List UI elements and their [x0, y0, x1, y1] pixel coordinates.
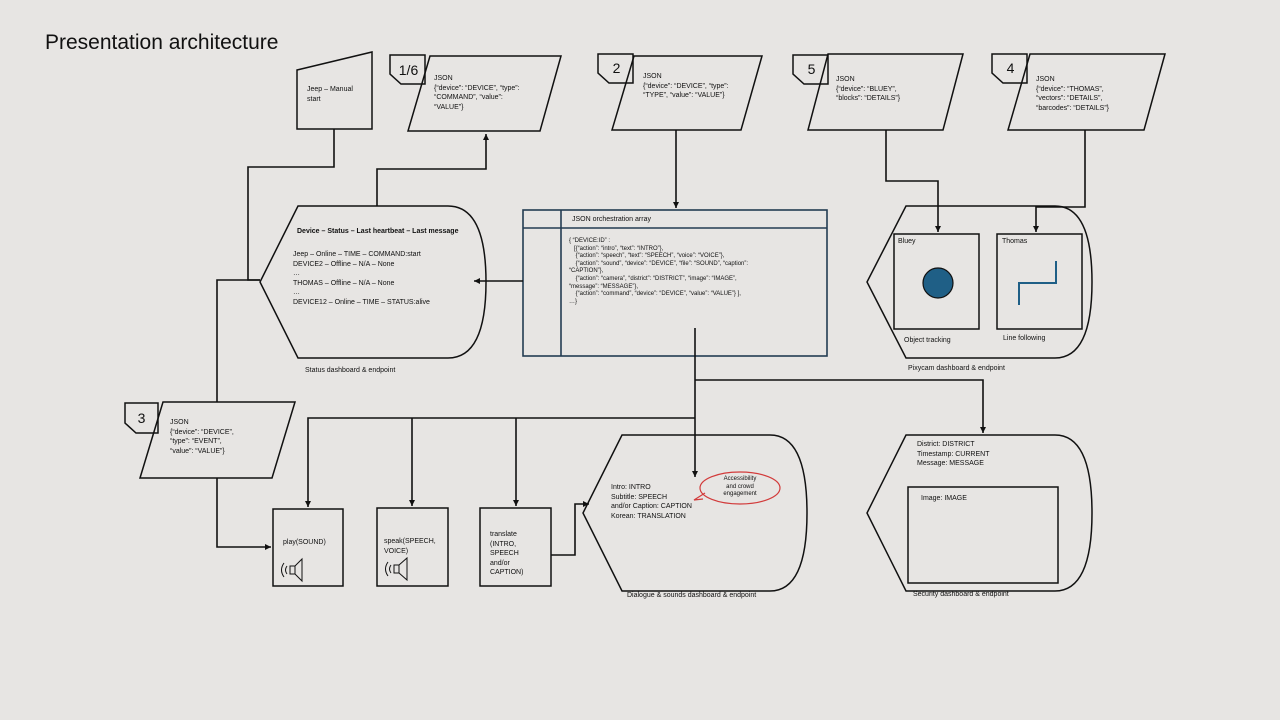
bluey-to-pixycam-connector	[885, 130, 941, 232]
json-bluey-text: JSON {“device”: “BLUEY”, “blocks”: “DETA…	[836, 76, 901, 103]
json-type-text: JSON {“device”: “DEVICE”, “type”: “TYPE”…	[643, 73, 729, 100]
json-thomas-text: JSON {“device”: “THOMAS”, “vectors”: “DE…	[1036, 76, 1110, 112]
thomas-line-path	[1018, 261, 1057, 305]
manual-start-label: Jeep – Manual start	[307, 86, 353, 103]
pixycam-caption: Pixycam dashboard & endpoint	[908, 365, 1005, 372]
security-image-label: Image: IMAGE	[921, 495, 967, 502]
status-body: Jeep – Online – TIME – COMMAND:start DEV…	[293, 251, 430, 306]
dialogue-body: Intro: INTRO Subtitle: SPEECH and/or Cap…	[611, 484, 692, 520]
dialogue-caption: Dialogue & sounds dashboard & endpoint	[627, 592, 757, 599]
status-header: Device – Status – Last heartbeat – Last …	[297, 228, 459, 235]
line-following-caption: Line following	[1003, 335, 1046, 342]
orchestration-to-security-connector	[695, 379, 986, 433]
orchestration-header: JSON orchestration array	[572, 216, 651, 223]
speak-label: speak(SPEECH, VOICE)	[384, 538, 436, 555]
event-to-play-connector	[216, 478, 271, 550]
badge-5: 5	[807, 61, 816, 77]
json-command-text: JSON {“device”: “DEVICE”, “type”: “COMMA…	[434, 75, 520, 111]
thomas-label: Thomas	[1002, 238, 1028, 245]
status-caption: Status dashboard & endpoint	[305, 367, 396, 374]
play-label: play(SOUND)	[283, 539, 326, 546]
badge-4: 4	[1006, 60, 1015, 76]
translate-label: translate (INTRO, SPEECH and/or CAPTION)	[490, 531, 524, 577]
speaker-icon-play	[281, 557, 303, 583]
page-title: Presentation architecture	[45, 31, 279, 54]
speaker-icon-speak	[385, 556, 408, 582]
architecture-diagram: Presentation architecture 1/6 2 5 4 3 Je…	[0, 0, 1280, 720]
security-body: District: DISTRICT Timestamp: CURRENT Me…	[917, 441, 990, 468]
badge-2: 2	[612, 60, 621, 76]
security-caption: Security dashboard & endpoint	[913, 591, 1009, 598]
event-to-status-connector	[216, 279, 260, 402]
json-event-text: JSON {“device”: “DEVICE”, “type”: “EVENT…	[170, 419, 234, 455]
thomas-box	[996, 233, 1083, 330]
badge-1-6: 1/6	[398, 62, 419, 78]
status-to-command-connector	[376, 134, 489, 206]
accessibility-callout: Accessibility and crowd engagement	[723, 476, 757, 498]
object-tracking-caption: Object tracking	[904, 337, 951, 344]
bluey-tracked-object	[922, 267, 954, 299]
bluey-label: Bluey	[898, 238, 916, 245]
badge-3: 3	[137, 410, 146, 426]
orchestration-body: { “DEVICE:ID” : [{“action”: “intro”, “te…	[569, 238, 749, 305]
